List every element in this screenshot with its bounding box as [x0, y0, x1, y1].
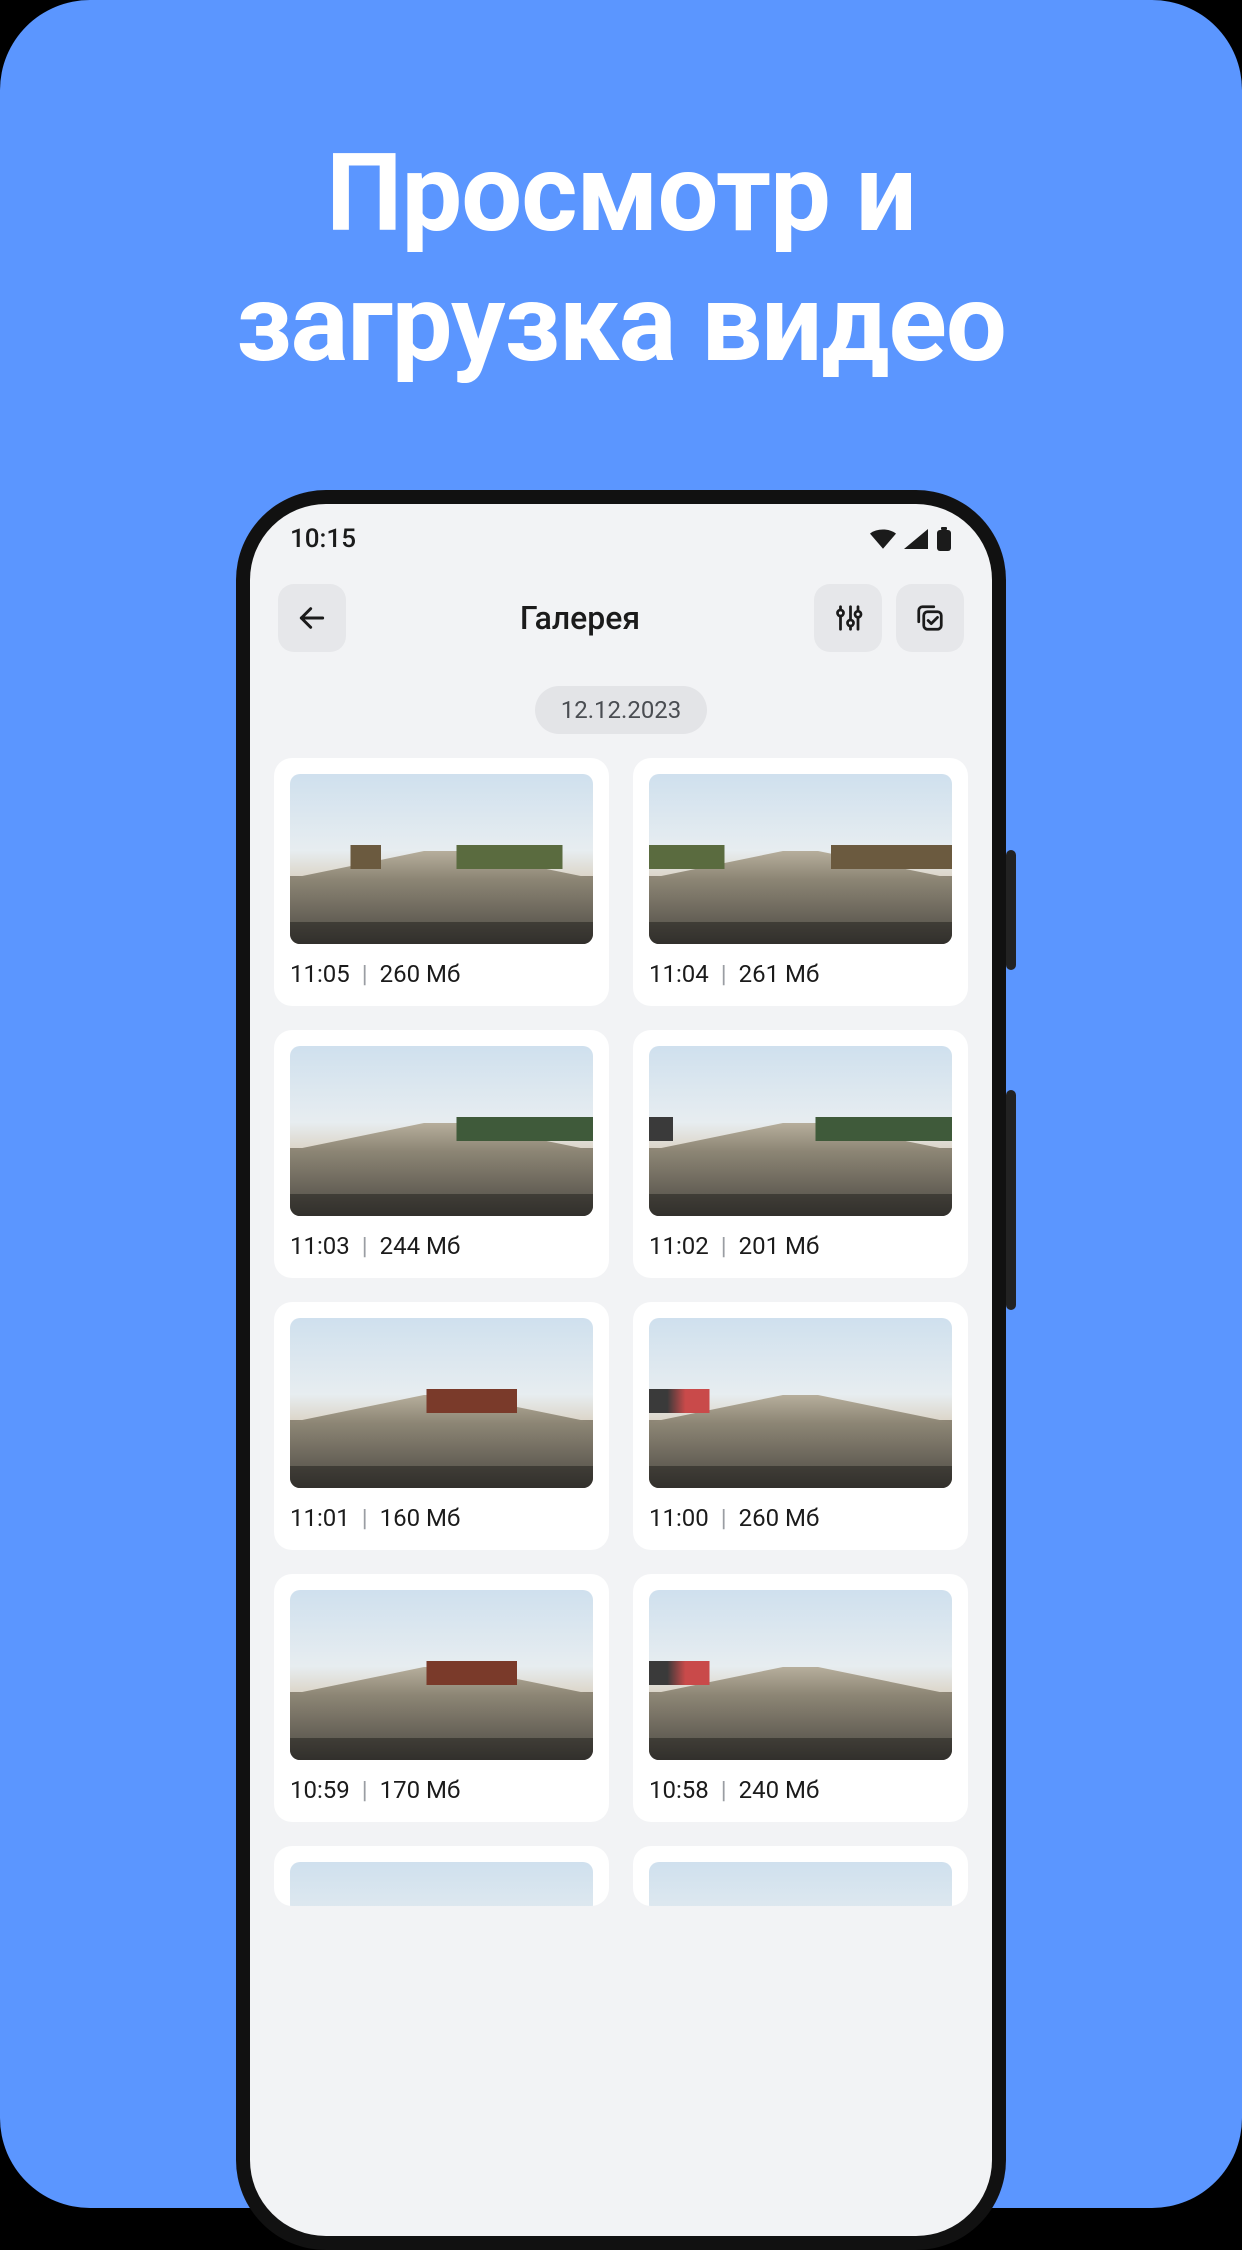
video-size: 240 Мб [739, 1776, 820, 1804]
video-card[interactable] [633, 1846, 968, 1906]
page-title: Галерея [360, 599, 800, 637]
video-meta: 11:02 | 201 Мб [649, 1232, 952, 1260]
date-header: 12.12.2023 [250, 686, 992, 734]
meta-separator: | [721, 1232, 727, 1260]
select-button[interactable] [896, 584, 964, 652]
video-card[interactable]: 11:02 | 201 Мб [633, 1030, 968, 1278]
video-card[interactable] [274, 1846, 609, 1906]
video-time: 10:59 [290, 1776, 350, 1804]
status-indicators [870, 527, 952, 551]
video-card[interactable]: 10:58 | 240 Мб [633, 1574, 968, 1822]
video-thumbnail [649, 774, 952, 944]
video-size: 244 Мб [380, 1232, 461, 1260]
arrow-left-icon [296, 602, 328, 634]
video-thumbnail [649, 1318, 952, 1488]
meta-separator: | [362, 1776, 368, 1804]
headline-line2: загрузка видео [236, 261, 1006, 387]
phone-screen: 10:15 Галерея 12 [250, 504, 992, 2236]
video-meta: 10:58 | 240 Мб [649, 1776, 952, 1804]
video-size: 160 Мб [380, 1504, 461, 1532]
promo-panel: Просмотр и загрузка видео 10:15 Галерея [0, 0, 1242, 2208]
video-card[interactable]: 11:04 | 261 Мб [633, 758, 968, 1006]
video-meta: 11:03 | 244 Мб [290, 1232, 593, 1260]
app-bar: Галерея [250, 574, 992, 672]
gallery[interactable]: 11:05 | 260 Мб 11:04 | [250, 758, 992, 2236]
video-meta: 11:00 | 260 Мб [649, 1504, 952, 1532]
meta-separator: | [721, 1776, 727, 1804]
multi-select-icon [915, 603, 945, 633]
video-card[interactable]: 11:05 | 260 Мб [274, 758, 609, 1006]
video-time: 11:01 [290, 1504, 350, 1532]
video-thumbnail [649, 1862, 952, 1906]
video-size: 170 Мб [380, 1776, 461, 1804]
meta-separator: | [362, 1232, 368, 1260]
video-size: 201 Мб [739, 1232, 820, 1260]
video-meta: 11:04 | 261 Мб [649, 960, 952, 988]
video-size: 261 Мб [739, 960, 820, 988]
wifi-icon [870, 529, 896, 549]
video-thumbnail [290, 1318, 593, 1488]
video-meta: 11:01 | 160 Мб [290, 1504, 593, 1532]
sliders-icon [833, 603, 863, 633]
back-button[interactable] [278, 584, 346, 652]
video-time: 11:03 [290, 1232, 350, 1260]
video-thumbnail [649, 1590, 952, 1760]
video-thumbnail [290, 1046, 593, 1216]
gallery-grid: 11:05 | 260 Мб 11:04 | [274, 758, 968, 1906]
date-pill: 12.12.2023 [535, 686, 708, 734]
status-time: 10:15 [290, 524, 356, 554]
status-bar: 10:15 [250, 504, 992, 574]
video-meta: 10:59 | 170 Мб [290, 1776, 593, 1804]
video-size: 260 Мб [380, 960, 461, 988]
video-thumbnail [290, 774, 593, 944]
video-thumbnail [290, 1862, 593, 1906]
filter-button[interactable] [814, 584, 882, 652]
video-time: 10:58 [649, 1776, 709, 1804]
meta-separator: | [721, 960, 727, 988]
battery-icon [936, 527, 952, 551]
meta-separator: | [721, 1504, 727, 1532]
video-card[interactable]: 11:00 | 260 Мб [633, 1302, 968, 1550]
video-card[interactable]: 10:59 | 170 Мб [274, 1574, 609, 1822]
meta-separator: | [362, 960, 368, 988]
video-time: 11:02 [649, 1232, 709, 1260]
video-time: 11:04 [649, 960, 709, 988]
headline-line1: Просмотр и [326, 131, 916, 257]
phone-frame: 10:15 Галерея 12 [236, 490, 1006, 2250]
video-card[interactable]: 11:03 | 244 Мб [274, 1030, 609, 1278]
video-size: 260 Мб [739, 1504, 820, 1532]
video-card[interactable]: 11:01 | 160 Мб [274, 1302, 609, 1550]
video-thumbnail [649, 1046, 952, 1216]
video-time: 11:05 [290, 960, 350, 988]
video-thumbnail [290, 1590, 593, 1760]
meta-separator: | [362, 1504, 368, 1532]
video-meta: 11:05 | 260 Мб [290, 960, 593, 988]
video-time: 11:00 [649, 1504, 709, 1532]
signal-icon [904, 529, 928, 549]
promo-headline: Просмотр и загрузка видео [236, 130, 1006, 389]
